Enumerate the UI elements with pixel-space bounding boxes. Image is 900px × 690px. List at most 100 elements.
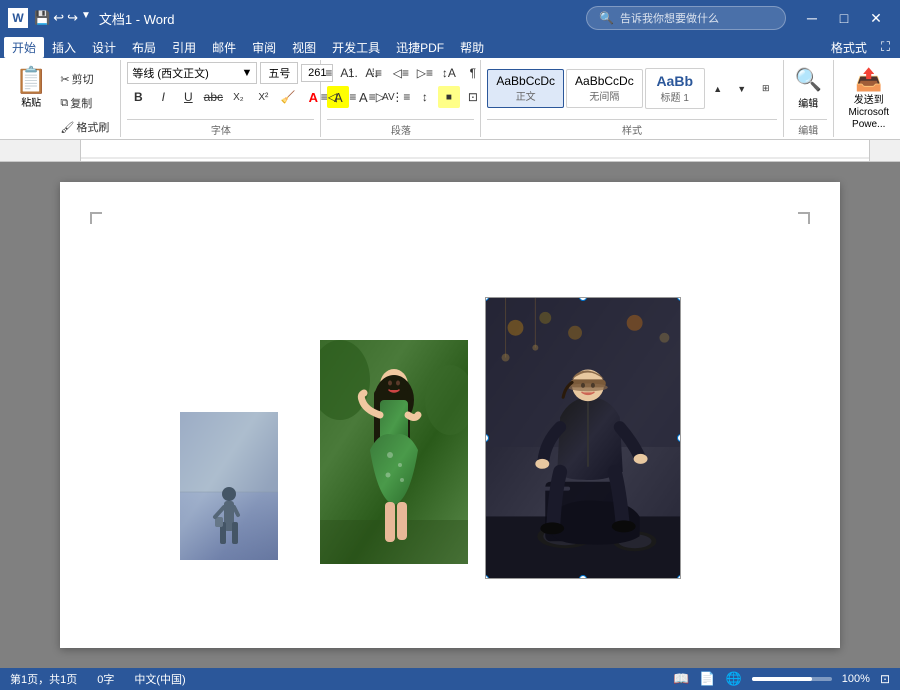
send-label: 发送到 Microsoft Powe... (848, 95, 889, 131)
font-label: 字体 (127, 119, 314, 137)
font-name-value: 等线 (西文正文) (132, 65, 208, 81)
justify-button[interactable]: ⋮≡ (390, 86, 412, 108)
search-box[interactable]: 🔍 告诉我你想要做什么 (586, 6, 786, 30)
styles-expand[interactable]: ⊞ (755, 78, 777, 100)
menu-item-mail[interactable]: 邮件 (204, 37, 244, 58)
copy-icon: ⧉ (60, 97, 68, 110)
save-icon[interactable]: 💾 (34, 10, 50, 26)
menu-item-review[interactable]: 审阅 (244, 37, 284, 58)
bold-button[interactable]: B (127, 86, 149, 108)
image-1[interactable] (180, 412, 278, 560)
style-heading1-label: 标题 1 (654, 89, 696, 104)
font-group: 等线 (西文正文) ▼ 五号 261 A↑ A↓ B I U abc X₂ X²… (121, 60, 321, 137)
cut-button[interactable]: ✂ 剪切 (55, 68, 114, 90)
strikethrough-button[interactable]: abc (202, 86, 224, 108)
align-center-button[interactable]: ≡ (342, 86, 364, 108)
style-normal-label: 正文 (496, 88, 555, 103)
menu-item-insert[interactable]: 插入 (44, 37, 84, 58)
close-button[interactable]: ✕ (860, 4, 892, 32)
menu-item-view[interactable]: 视图 (284, 37, 324, 58)
web-layout-icon[interactable]: 🌐 (726, 671, 742, 687)
clipboard-group: 📋 粘贴 ✂ 剪切 ⧉ 复制 🖌 格式刷 剪贴板 (4, 60, 121, 137)
minimize-button[interactable]: ─ (796, 4, 828, 32)
menu-expand-icon[interactable]: ⛶ (875, 37, 896, 57)
format-painter-button[interactable]: 🖌 格式刷 (55, 116, 114, 138)
superscript-button[interactable]: X² (252, 86, 274, 108)
paste-label: 粘贴 (21, 94, 41, 109)
style-nospace-sample: AaBbCcDc (575, 74, 634, 88)
paste-icon: 📋 (15, 67, 47, 93)
style-heading1[interactable]: AaBb 标题 1 (645, 68, 705, 109)
menu-item-design[interactable]: 设计 (84, 37, 124, 58)
style-normal[interactable]: AaBbCcDc 正文 (487, 69, 564, 108)
undo-icon[interactable]: ↩ (53, 10, 64, 26)
menu-item-start[interactable]: 开始 (4, 37, 44, 58)
align-right-button[interactable]: ≡▷ (366, 86, 388, 108)
style-normal-sample: AaBbCcDc (496, 74, 555, 88)
search-placeholder: 告诉我你想要做什么 (620, 10, 719, 26)
document-page[interactable] (60, 182, 840, 648)
redo-icon[interactable]: ↪ (67, 10, 78, 26)
multilevel-button[interactable]: ⁞≡ (366, 62, 388, 84)
styles-scroll-up[interactable]: ▲ (707, 80, 729, 98)
editing-label: 编辑 (790, 119, 827, 137)
print-layout-icon[interactable]: 📄 (699, 671, 715, 687)
window-controls: ─ □ ✕ (796, 4, 892, 32)
bullets-button[interactable]: ≡ (318, 62, 340, 84)
corner-marker-tr (798, 212, 810, 224)
send-icon: 📤 (855, 67, 882, 93)
send-button[interactable]: 📤 发送到 Microsoft Powe... (840, 62, 898, 136)
document-area (0, 162, 900, 668)
search-icon: 🔍 (599, 11, 614, 25)
customize-qa-icon[interactable]: ▼ (81, 10, 91, 26)
paragraph-group: ≡ 1. ⁞≡ ◁≡ ▷≡ ↕A ¶ ≡◁ ≡ ≡▷ ⋮≡ ↕ ■ ⊡ 段落 (321, 60, 481, 137)
italic-button[interactable]: I (152, 86, 174, 108)
menu-item-layout[interactable]: 布局 (124, 37, 164, 58)
menu-item-format[interactable]: 格式式 (823, 37, 875, 58)
line-spacing-button[interactable]: ↕ (414, 86, 436, 108)
styles-label: 样式 (487, 119, 776, 137)
style-nospace[interactable]: AaBbCcDc 无间隔 (566, 69, 643, 108)
image-3-selected[interactable] (485, 297, 681, 579)
menu-item-devtools[interactable]: 开发工具 (324, 37, 388, 58)
corner-marker-tl (90, 212, 102, 224)
increase-indent-button[interactable]: ▷≡ (414, 62, 436, 84)
shading-button[interactable]: ■ (438, 86, 460, 108)
ribbon: 📋 粘贴 ✂ 剪切 ⧉ 复制 🖌 格式刷 剪贴板 等线 (西文正文) ▼ 五号 … (0, 58, 900, 140)
image-2[interactable] (320, 340, 468, 564)
maximize-button[interactable]: □ (828, 4, 860, 32)
status-right: 📖 📄 🌐 100% ⊡ (673, 671, 890, 687)
zoom-fit-icon[interactable]: ⊡ (880, 672, 890, 686)
title-bar: W 💾 ↩ ↪ ▼ 文档1 - Word 🔍 告诉我你想要做什么 ─ □ ✕ (0, 0, 900, 36)
underline-button[interactable]: U (177, 86, 199, 108)
app-icon: W (8, 8, 28, 28)
page-info: 第1页，共1页 (10, 671, 77, 687)
ruler-inner: // Tick marks drawn inline (80, 140, 870, 161)
font-name-dropdown[interactable]: 等线 (西文正文) ▼ (127, 62, 257, 84)
subscript-button[interactable]: X₂ (227, 86, 249, 108)
document-title: 文档1 - Word (99, 9, 586, 28)
read-mode-icon[interactable]: 📖 (673, 671, 689, 687)
editing-group: 🔍 编辑 编辑 (784, 60, 834, 137)
copy-button[interactable]: ⧉ 复制 (55, 92, 114, 114)
status-bar: 第1页，共1页 0字 中文(中国) 📖 📄 🌐 100% ⊡ (0, 668, 900, 690)
zoom-slider-fill (752, 677, 812, 681)
newgroup: 📤 发送到 Microsoft Powe... 新建组 (834, 60, 900, 137)
language: 中文(中国) (134, 671, 185, 687)
sort-button[interactable]: ↕A (438, 62, 460, 84)
painter-icon: 🖌 (60, 121, 74, 134)
align-left-button[interactable]: ≡◁ (318, 86, 340, 108)
menu-item-quickpdf[interactable]: 迅捷PDF (388, 37, 452, 58)
styles-group: AaBbCcDc 正文 AaBbCcDc 无间隔 AaBb 标题 1 ▲ ▼ ⊞… (481, 60, 783, 137)
zoom-slider[interactable] (752, 677, 832, 681)
find-button[interactable]: 🔍 编辑 (783, 62, 833, 115)
decrease-indent-button[interactable]: ◁≡ (390, 62, 412, 84)
styles-scroll-down[interactable]: ▼ (731, 80, 753, 98)
zoom-percent[interactable]: 100% (842, 673, 870, 685)
menu-item-help[interactable]: 帮助 (452, 37, 492, 58)
menu-item-reference[interactable]: 引用 (164, 37, 204, 58)
font-size-dropdown[interactable]: 五号 (260, 62, 298, 84)
clear-format-button[interactable]: 🧹 (277, 86, 299, 108)
paste-button[interactable]: 📋 粘贴 (10, 64, 52, 112)
numbering-button[interactable]: 1. (342, 62, 364, 84)
